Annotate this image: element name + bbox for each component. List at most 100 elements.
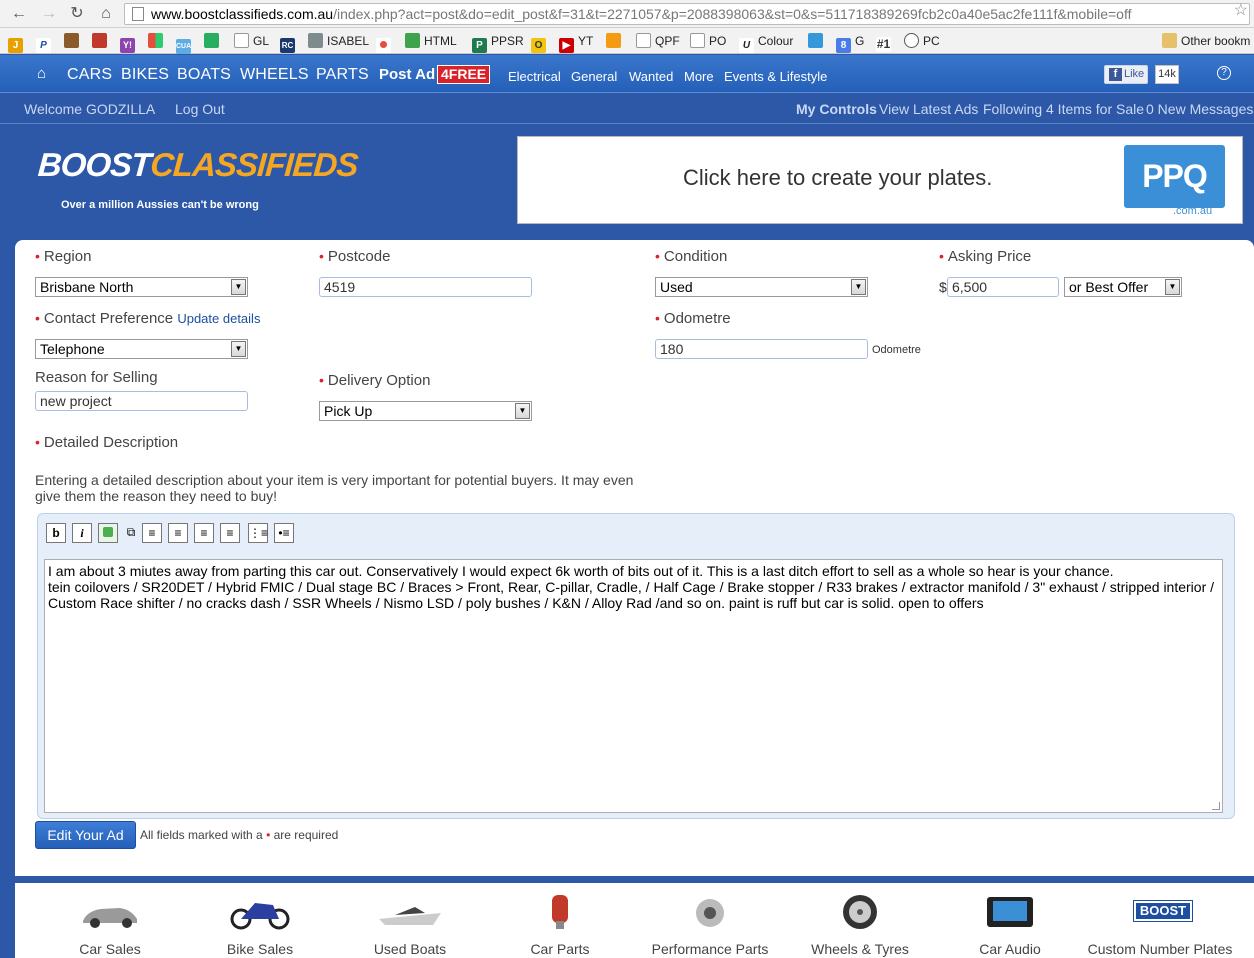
messages-link[interactable]: 0 New Messages — [1146, 101, 1253, 117]
contact-preference-select[interactable]: Telephone ▼ — [35, 339, 248, 359]
bookmark-item[interactable] — [808, 32, 827, 50]
bookmark-item[interactable]: #1 — [876, 32, 895, 52]
address-bar[interactable]: www.boostclassifieds.com.au/index.php?ac… — [124, 3, 1250, 25]
reload-icon[interactable]: ↻ — [66, 4, 88, 24]
bookmark-item[interactable]: J — [8, 32, 27, 53]
bookmark-item[interactable]: Y! — [120, 32, 139, 53]
home-icon[interactable]: ⌂ — [37, 65, 46, 82]
bookmark-item[interactable] — [204, 32, 223, 50]
other-bookmarks[interactable]: Other bookm — [1162, 32, 1250, 50]
bookmark-html[interactable]: HTML — [405, 32, 457, 50]
ad-text: Click here to create your plates. — [683, 165, 993, 190]
odometer-input[interactable]: 180 — [655, 339, 868, 359]
edit-ad-form: • Region Brisbane North ▼ • Postcode 4519 •… — [15, 240, 1254, 876]
asking-price-input[interactable]: 6,500 — [947, 277, 1059, 297]
postcode-input[interactable]: 4519 — [319, 277, 532, 297]
url-path: /index.php?act=post&do=edit_post&f=31&t=… — [333, 6, 1132, 22]
my-controls-link[interactable]: My Controls — [796, 101, 877, 117]
bold-button[interactable]: b — [46, 523, 66, 543]
nav-cars[interactable]: CARS — [67, 66, 112, 84]
help-icon[interactable]: ? — [1217, 66, 1231, 80]
category-custom-number-plates[interactable]: BOOST Custom Number Plates — [1085, 891, 1235, 957]
browser-toolbar: ← → ↻ ⌂ www.boostclassifieds.com.au/inde… — [0, 0, 1254, 28]
description-textarea[interactable]: I am about 3 miutes away from parting th… — [44, 559, 1223, 813]
bookmark-pc[interactable]: PC — [904, 32, 940, 50]
condition-select[interactable]: Used ▼ — [655, 277, 868, 297]
category-performance-parts[interactable]: Performance Parts — [635, 891, 785, 957]
nav-parts[interactable]: PARTS — [316, 66, 369, 84]
bookmark-gl[interactable]: GL — [234, 32, 269, 50]
nav-electrical[interactable]: Electrical — [508, 69, 561, 84]
bookmark-ppsr[interactable]: P PPSR — [472, 32, 524, 53]
italic-button[interactable]: i — [72, 523, 92, 543]
bookmark-item[interactable]: P — [36, 32, 55, 53]
nav-wheels[interactable]: WHEELS — [240, 66, 309, 84]
items-for-sale-link[interactable]: 4 Items for Sale — [1046, 101, 1144, 117]
bookmark-item[interactable]: CUA — [176, 32, 195, 54]
edit-your-ad-button[interactable]: Edit Your Ad — [35, 821, 136, 849]
bookmark-item[interactable] — [376, 32, 395, 53]
delivery-option-select[interactable]: Pick Up ▼ — [319, 401, 532, 421]
resize-handle-icon[interactable] — [1212, 802, 1220, 810]
bookmark-yt[interactable]: ▶ YT — [559, 32, 593, 53]
free-badge[interactable]: 4FREE — [437, 65, 491, 84]
description-intro: Entering a detailed description about yo… — [35, 472, 634, 504]
home-icon[interactable]: ⌂ — [95, 4, 117, 24]
bookmark-colour[interactable]: U Colour — [739, 32, 793, 53]
bookmark-item[interactable]: O — [531, 32, 550, 53]
align-center-icon[interactable]: ≡ — [194, 523, 214, 543]
bookmark-star-icon[interactable]: ☆ — [1234, 0, 1248, 20]
ppq-logo: PPQ — [1124, 145, 1225, 208]
bookmark-po[interactable]: PO — [690, 32, 726, 50]
category-used-boats[interactable]: Used Boats — [335, 891, 485, 957]
motorbike-icon — [225, 891, 295, 933]
copy-icon[interactable]: ⧉ — [121, 523, 141, 543]
bookmark-item[interactable] — [148, 32, 167, 50]
nav-post-ad[interactable]: Post Ad — [379, 66, 435, 83]
bookmark-item[interactable]: RC — [280, 32, 299, 53]
bookmark-isabel[interactable]: ISABEL — [308, 32, 369, 50]
category-car-sales[interactable]: Car Sales — [35, 891, 185, 957]
numbered-list-icon[interactable]: ⋮≡ — [248, 523, 268, 543]
bookmark-item[interactable] — [606, 32, 625, 50]
nav-more[interactable]: More — [684, 69, 714, 84]
region-select[interactable]: Brisbane North ▼ — [35, 277, 248, 297]
description-line: tein coilovers / SR20DET / Hybrid FMIC /… — [48, 579, 1215, 611]
update-details-link[interactable]: Update details — [177, 311, 260, 326]
bookmark-item[interactable] — [92, 32, 111, 50]
facebook-like-button[interactable]: f Like — [1104, 65, 1148, 84]
category-wheels-tyres[interactable]: Wheels & Tyres — [785, 891, 935, 957]
facebook-like-count: 14k — [1155, 65, 1179, 84]
category-bike-sales[interactable]: Bike Sales — [185, 891, 335, 957]
bullet-list-icon[interactable]: •≡ — [274, 523, 294, 543]
back-arrow-icon[interactable]: ← — [8, 4, 30, 24]
category-car-audio[interactable]: Car Audio — [935, 891, 1085, 957]
nav-wanted[interactable]: Wanted — [629, 69, 673, 84]
condition-label: • Condition — [655, 248, 728, 265]
bookmark-qpf[interactable]: QPF — [636, 32, 680, 50]
bookmark-g[interactable]: 8G — [836, 32, 864, 53]
nav-bikes[interactable]: BIKES — [121, 66, 169, 84]
insert-image-icon[interactable] — [98, 523, 118, 543]
bookmark-item[interactable] — [64, 32, 83, 50]
plates-ad-banner[interactable]: Click here to create your plates. PPQ .c… — [517, 136, 1243, 224]
chevron-down-icon: ▼ — [851, 279, 866, 295]
site-logo[interactable]: BOOSTCLASSIFIEDS — [37, 146, 359, 184]
chevron-down-icon: ▼ — [231, 341, 246, 357]
nav-events-lifestyle[interactable]: Events & Lifestyle — [724, 69, 827, 84]
following-link[interactable]: Following — [983, 101, 1042, 117]
reason-for-selling-input[interactable]: new project — [35, 391, 248, 411]
best-offer-select[interactable]: or Best Offer ▼ — [1064, 277, 1182, 297]
align-right-icon[interactable]: ≡ — [220, 523, 240, 543]
logout-link[interactable]: Log Out — [175, 101, 225, 117]
align-left-icon[interactable]: ≡ — [168, 523, 188, 543]
forward-arrow-icon[interactable]: → — [38, 4, 60, 24]
category-car-parts[interactable]: Car Parts — [485, 891, 635, 957]
view-latest-ads-link[interactable]: View Latest Ads — [879, 101, 978, 117]
bookmarks-bar: J P Y! CUA GL RC ISABEL HTML P PPSR O ▶ YT… — [0, 28, 1254, 54]
postcode-label: • Postcode — [319, 248, 391, 265]
nav-boats[interactable]: BOATS — [177, 66, 231, 84]
indent-icon[interactable]: ≡ — [142, 523, 162, 543]
nav-general[interactable]: General — [571, 69, 617, 84]
region-label: • Region — [35, 248, 92, 265]
